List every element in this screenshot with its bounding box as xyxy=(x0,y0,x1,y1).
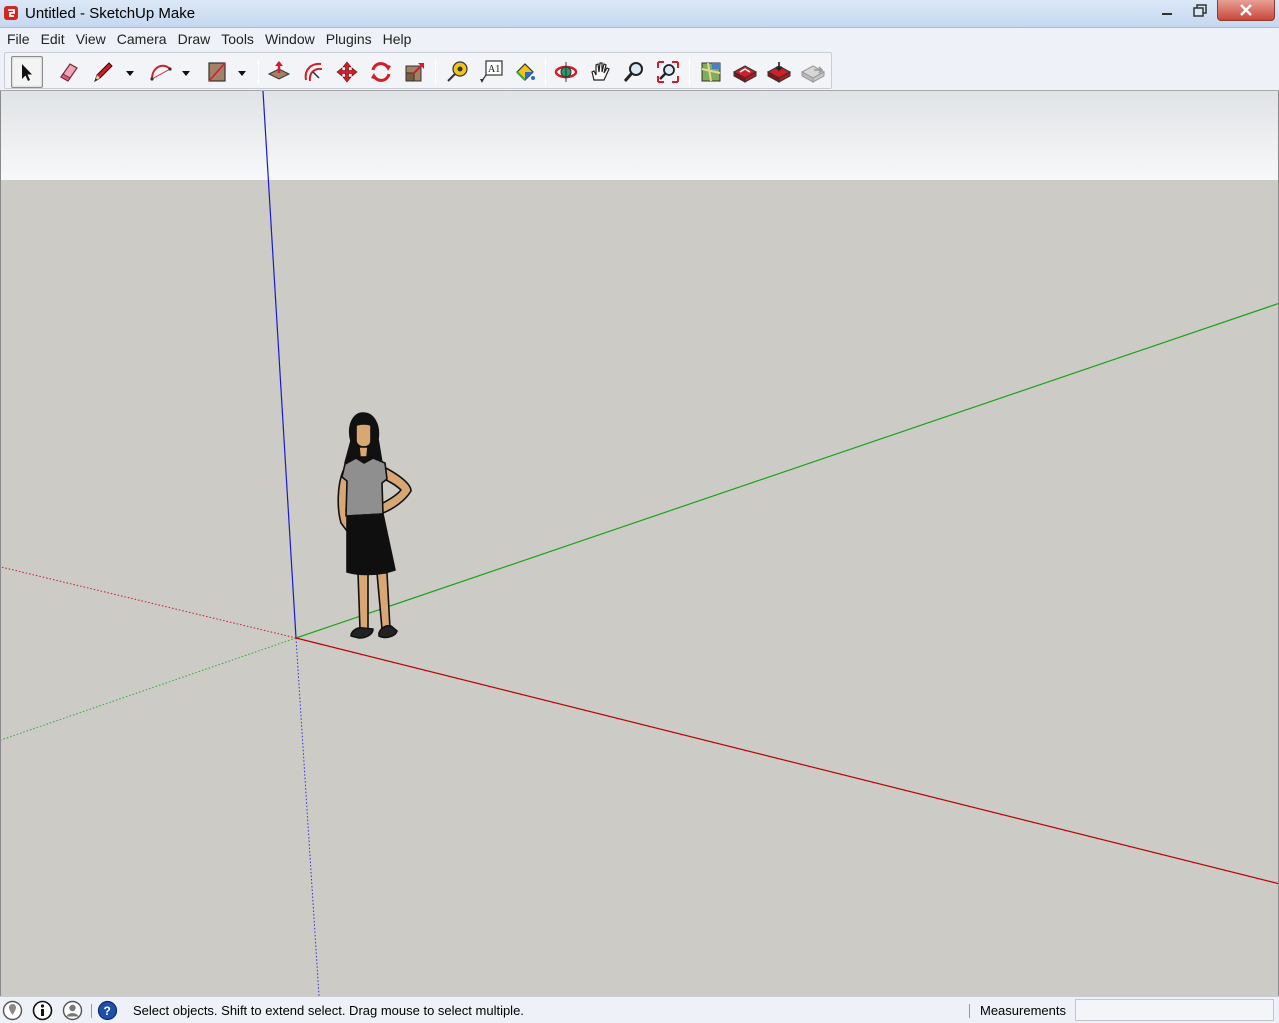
red-axis-positive xyxy=(295,637,1278,885)
paint-bucket-tool-button[interactable] xyxy=(509,56,541,88)
menu-file[interactable]: File xyxy=(3,28,37,50)
measurements-label: Measurements xyxy=(980,1003,1066,1018)
hand-icon xyxy=(591,62,610,81)
blue-axis-negative xyxy=(295,637,320,996)
text-tool-button[interactable]: A1 xyxy=(475,56,507,88)
red-axis-negative xyxy=(1,566,297,639)
sketchup-logo-icon xyxy=(4,6,18,20)
menu-bar: File Edit View Camera Draw Tools Window … xyxy=(0,28,1279,50)
toolbar-area: A1 xyxy=(0,50,1279,91)
push-pull-tool-button[interactable] xyxy=(263,56,295,88)
get-models-tool-button[interactable] xyxy=(763,56,795,88)
credits-icon[interactable] xyxy=(32,1000,53,1021)
green-axis-positive xyxy=(295,303,1278,639)
3d-warehouse-tool-button[interactable] xyxy=(729,56,761,88)
menu-help[interactable]: Help xyxy=(379,28,419,50)
select-tool-button[interactable] xyxy=(11,56,43,88)
modeling-viewport[interactable] xyxy=(0,91,1279,996)
orbit-tool-button[interactable] xyxy=(550,56,582,88)
status-message: Select objects. Shift to extend select. … xyxy=(133,1003,524,1018)
map-icon xyxy=(701,62,721,82)
status-separator xyxy=(91,1004,92,1018)
minimize-button[interactable] xyxy=(1150,0,1183,21)
minimize-icon xyxy=(1161,12,1172,15)
window-title: Untitled - SketchUp Make xyxy=(25,5,196,22)
user-icon[interactable] xyxy=(62,1000,83,1021)
tape-measure-tool-button[interactable] xyxy=(441,56,473,88)
rotate-icon xyxy=(371,62,391,82)
geo-location-icon[interactable] xyxy=(2,1000,23,1021)
green-axis-negative xyxy=(1,637,297,741)
share-icon xyxy=(800,65,826,83)
arrow-cursor-icon xyxy=(22,64,32,81)
offset-icon xyxy=(304,62,323,82)
text-icon: A1 xyxy=(480,60,503,83)
restore-button[interactable] xyxy=(1184,0,1216,21)
offset-tool-button[interactable] xyxy=(297,56,329,88)
menu-view[interactable]: View xyxy=(72,28,113,50)
line-tool-button[interactable] xyxy=(87,56,119,88)
close-button[interactable] xyxy=(1217,0,1275,21)
zoom-tool-button[interactable] xyxy=(618,56,650,88)
status-bar: ? Select objects. Shift to extend select… xyxy=(0,996,1279,1023)
menu-camera[interactable]: Camera xyxy=(113,28,174,50)
line-dropdown-arrow-icon[interactable] xyxy=(124,68,136,78)
menu-draw[interactable]: Draw xyxy=(174,28,218,50)
toolbar-separator xyxy=(689,59,690,85)
zoom-extents-icon xyxy=(657,61,679,83)
arc-icon xyxy=(150,64,172,81)
blue-axis-positive xyxy=(262,91,297,639)
menu-window[interactable]: Window xyxy=(261,28,322,50)
menu-tools[interactable]: Tools xyxy=(217,28,261,50)
push-pull-icon xyxy=(267,61,291,80)
arc-dropdown-arrow-icon[interactable] xyxy=(180,68,192,78)
menu-plugins[interactable]: Plugins xyxy=(322,28,379,50)
tape-measure-icon xyxy=(447,61,468,82)
rectangle-icon xyxy=(208,62,226,82)
warehouse-icon xyxy=(732,65,758,83)
scale-icon xyxy=(405,63,424,82)
toolbar-separator xyxy=(258,59,259,85)
svg-text:?: ? xyxy=(104,1004,111,1018)
paint-bucket-icon xyxy=(516,63,535,81)
help-icon[interactable]: ? xyxy=(97,1000,118,1021)
orbit-icon xyxy=(554,62,578,82)
close-icon xyxy=(1240,4,1252,16)
toolbar-separator xyxy=(435,59,436,85)
menu-edit[interactable]: Edit xyxy=(37,28,72,50)
text-tool-glyph: A1 xyxy=(488,64,500,75)
arc-tool-button[interactable] xyxy=(145,56,177,88)
add-location-tool-button[interactable] xyxy=(695,56,727,88)
measurements-input[interactable] xyxy=(1075,999,1274,1021)
scale-figure[interactable] xyxy=(337,412,412,639)
rectangle-tool-button[interactable] xyxy=(201,56,233,88)
title-bar: Untitled - SketchUp Make xyxy=(0,0,1279,28)
models-icon xyxy=(766,62,792,83)
eraser-icon xyxy=(60,63,78,82)
rectangle-dropdown-arrow-icon[interactable] xyxy=(236,68,248,78)
rotate-tool-button[interactable] xyxy=(365,56,397,88)
scene-canvas xyxy=(1,91,1278,996)
getting-started-toolbar: A1 xyxy=(4,52,832,89)
share-model-tool-button[interactable] xyxy=(797,56,829,88)
status-separator xyxy=(969,1004,970,1018)
scale-tool-button[interactable] xyxy=(399,56,431,88)
move-tool-button[interactable] xyxy=(331,56,363,88)
eraser-tool-button[interactable] xyxy=(53,56,85,88)
magnifier-icon xyxy=(623,62,643,82)
move-icon xyxy=(336,61,358,83)
restore-icon xyxy=(1193,3,1207,17)
pencil-icon xyxy=(94,62,113,83)
pan-tool-button[interactable] xyxy=(584,56,616,88)
toolbar-separator xyxy=(545,59,546,85)
zoom-extents-tool-button[interactable] xyxy=(652,56,684,88)
